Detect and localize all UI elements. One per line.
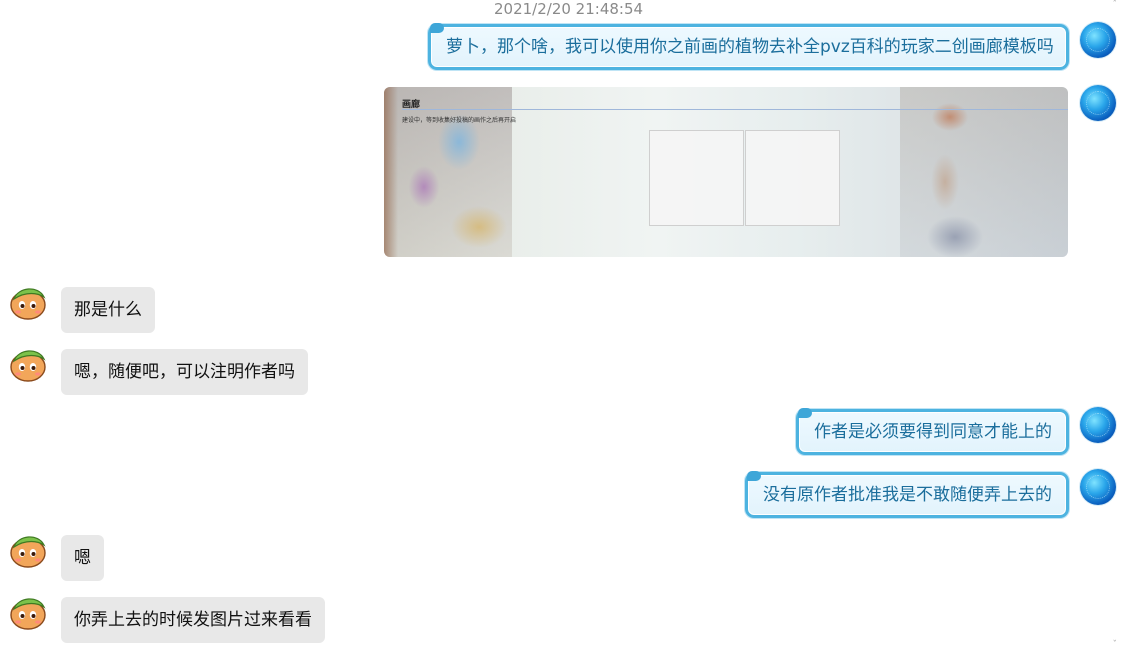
bubble-corner-tag (747, 471, 761, 481)
my-avatar-icon[interactable] (1080, 22, 1116, 58)
gallery-slot (649, 130, 744, 226)
my-message-bubble[interactable]: 萝卜，那个啥，我可以使用你之前画的植物去补全pvz百科的玩家二创画廊模板吗 (428, 23, 1069, 70)
other-message-bubble[interactable]: 嗯 (61, 535, 104, 581)
message-text: 你弄上去的时候发图片过来看看 (74, 610, 312, 630)
message-text: 嗯 (74, 548, 91, 568)
message-text: 那是什么 (74, 300, 142, 320)
image-message[interactable]: 画廊 建设中，等到收集好投稿的画作之后再开启 (384, 87, 1068, 257)
message-timestamp: 2021/2/20 21:48:54 (494, 0, 644, 18)
my-message-bubble[interactable]: 作者是必须要得到同意才能上的 (796, 408, 1069, 455)
other-message-bubble[interactable]: 嗯，随便吧，可以注明作者吗 (61, 349, 308, 395)
other-message-bubble[interactable]: 那是什么 (61, 287, 155, 333)
message-text: 萝卜，那个啥，我可以使用你之前画的植物去补全pvz百科的玩家二创画廊模板吗 (446, 37, 1054, 57)
my-message-bubble[interactable]: 没有原作者批准我是不敢随便弄上去的 (745, 471, 1069, 518)
my-avatar-icon[interactable] (1080, 85, 1116, 121)
gallery-slot (745, 130, 840, 226)
message-text: 嗯，随便吧，可以注明作者吗 (74, 362, 295, 382)
pea-avatar-icon[interactable] (8, 283, 48, 321)
bubble-corner-tag (430, 23, 444, 33)
scroll-up-indicator[interactable]: ˆ (1113, 0, 1118, 10)
message-text: 没有原作者批准我是不敢随便弄上去的 (763, 485, 1052, 505)
gallery-left-artwork (384, 87, 512, 257)
gallery-right-artwork (900, 87, 1068, 257)
pea-avatar-icon[interactable] (8, 345, 48, 383)
scroll-down-indicator[interactable]: ˇ (1113, 640, 1118, 650)
message-text: 作者是必须要得到同意才能上的 (814, 422, 1052, 442)
my-avatar-icon[interactable] (1080, 469, 1116, 505)
gallery-note: 建设中，等到收集好投稿的画作之后再开启 (402, 117, 517, 124)
pea-avatar-icon[interactable] (8, 593, 48, 631)
bubble-corner-tag (798, 408, 812, 418)
other-message-bubble[interactable]: 你弄上去的时候发图片过来看看 (61, 597, 325, 643)
pea-avatar-icon[interactable] (8, 531, 48, 569)
my-avatar-icon[interactable] (1080, 407, 1116, 443)
gallery-divider (402, 109, 1068, 110)
